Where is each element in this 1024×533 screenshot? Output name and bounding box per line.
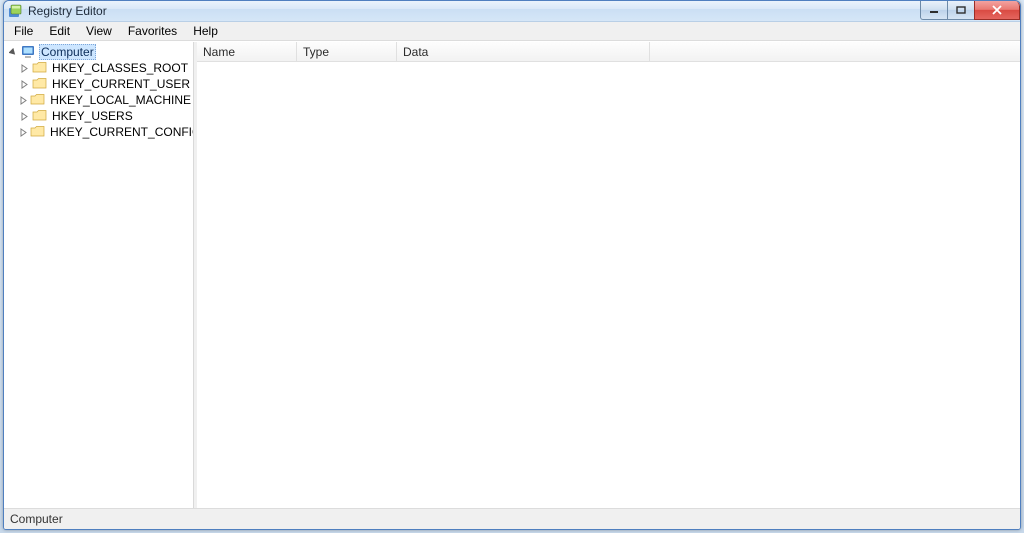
folder-icon: [32, 60, 48, 76]
tree-item-hkcu[interactable]: HKEY_CURRENT_USER: [17, 76, 193, 92]
menu-favorites[interactable]: Favorites: [120, 23, 185, 39]
list-pane: Name Type Data: [197, 42, 1020, 508]
folder-icon: [30, 92, 46, 108]
column-headers: Name Type Data: [197, 42, 1020, 62]
expand-collapse-icon[interactable]: [19, 111, 30, 122]
minimize-button[interactable]: [920, 1, 948, 20]
window-title: Registry Editor: [28, 4, 107, 18]
maximize-button[interactable]: [947, 1, 975, 20]
tree-item-label: HKEY_CURRENT_CONFIG: [48, 125, 194, 139]
tree-root-label: Computer: [39, 44, 96, 60]
tree-root-computer[interactable]: Computer: [6, 44, 193, 60]
expand-collapse-icon[interactable]: [19, 79, 30, 90]
column-header-filler: [650, 42, 1020, 61]
client-area: Computer HKEY_CLASSES_ROOT: [4, 41, 1020, 508]
statusbar: Computer: [4, 508, 1020, 529]
column-header-name[interactable]: Name: [197, 42, 297, 61]
close-button[interactable]: [974, 1, 1020, 20]
tree-pane[interactable]: Computer HKEY_CLASSES_ROOT: [4, 42, 194, 508]
expand-collapse-icon[interactable]: [19, 95, 28, 106]
tree-item-label: HKEY_LOCAL_MACHINE: [48, 93, 193, 107]
tree-item-label: HKEY_CLASSES_ROOT: [50, 61, 190, 75]
titlebar[interactable]: Registry Editor: [4, 1, 1020, 22]
tree-item-hklm[interactable]: HKEY_LOCAL_MACHINE: [17, 92, 193, 108]
column-header-data[interactable]: Data: [397, 42, 650, 61]
menu-help[interactable]: Help: [185, 23, 226, 39]
folder-icon: [30, 124, 46, 140]
window-controls: [921, 1, 1020, 21]
column-header-type[interactable]: Type: [297, 42, 397, 61]
tree-item-hku[interactable]: HKEY_USERS: [17, 108, 193, 124]
folder-icon: [32, 108, 48, 124]
list-body[interactable]: [197, 62, 1020, 508]
menu-view[interactable]: View: [78, 23, 120, 39]
registry-editor-window: Registry Editor File Edit View Favorites…: [3, 0, 1021, 530]
menubar: File Edit View Favorites Help: [4, 22, 1020, 41]
tree-item-label: HKEY_CURRENT_USER: [50, 77, 192, 91]
expand-collapse-icon[interactable]: [8, 47, 19, 58]
folder-icon: [32, 76, 48, 92]
expand-collapse-icon[interactable]: [19, 127, 28, 138]
tree-item-hkcc[interactable]: HKEY_CURRENT_CONFIG: [17, 124, 193, 140]
registry-editor-icon: [8, 3, 24, 19]
menu-file[interactable]: File: [6, 23, 41, 39]
menu-edit[interactable]: Edit: [41, 23, 78, 39]
status-path: Computer: [10, 512, 63, 526]
computer-icon: [21, 44, 37, 60]
expand-collapse-icon[interactable]: [19, 63, 30, 74]
tree-item-label: HKEY_USERS: [50, 109, 135, 123]
tree-item-hkcr[interactable]: HKEY_CLASSES_ROOT: [17, 60, 193, 76]
